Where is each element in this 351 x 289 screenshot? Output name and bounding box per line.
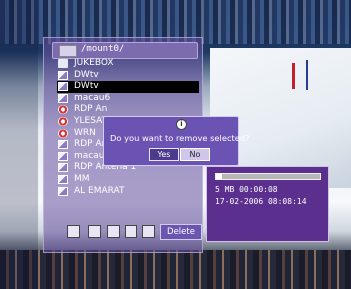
background-gate-pole-blue xyxy=(306,60,308,90)
file-info-panel: 5 MB 00:00:08 17-02-2006 08:08:14 xyxy=(206,166,329,242)
file-datetime: 17-02-2006 08:08:14 xyxy=(215,197,307,206)
file-size-duration: 5 MB 00:00:08 xyxy=(215,185,278,194)
file-label: DWtv xyxy=(74,81,99,92)
file-label: DWtv xyxy=(74,69,99,80)
record-icon[interactable] xyxy=(67,225,80,238)
file-label: JUKEBOX xyxy=(74,58,114,68)
file-label: macau6 xyxy=(74,92,111,103)
trash-icon[interactable] xyxy=(88,225,101,238)
movie-file-icon xyxy=(58,70,68,80)
folder-icon xyxy=(58,59,68,68)
progress-fill xyxy=(216,174,223,179)
drive-icon xyxy=(59,45,77,57)
background-crowd-bottom xyxy=(0,250,351,289)
list-item[interactable]: JUKEBOX xyxy=(57,58,199,70)
file-label: MM xyxy=(74,173,90,184)
disc-file-icon xyxy=(58,116,68,126)
path-text: /mount0/ xyxy=(81,44,125,54)
tv-screen: /mount0/ JUKEBOX DWtv DWtv macau6 RDP An… xyxy=(0,0,351,289)
movie-file-icon xyxy=(58,82,68,92)
delete-button[interactable]: Delete xyxy=(160,224,202,240)
movie-file-icon xyxy=(58,174,68,184)
grid-icon[interactable] xyxy=(142,225,155,238)
yes-button[interactable]: Yes xyxy=(149,148,179,161)
disc-file-icon xyxy=(58,128,68,138)
lock-icon[interactable] xyxy=(125,225,137,238)
movie-file-icon xyxy=(58,163,68,173)
list-item[interactable]: AL EMARAT xyxy=(57,186,199,198)
file-label: RDP An xyxy=(74,104,108,115)
disc-file-icon xyxy=(58,105,68,115)
list-item-selected[interactable]: DWtv xyxy=(57,81,199,93)
dialog-message: Do you want to remove selected? xyxy=(110,133,250,143)
progress-bar xyxy=(215,173,321,180)
background-gate-pole-red xyxy=(292,63,295,89)
movie-file-icon xyxy=(58,93,68,103)
path-bar: /mount0/ xyxy=(52,42,198,59)
list-item[interactable]: RDP An xyxy=(57,104,199,116)
confirm-dialog: i Do you want to remove selected? Yes No xyxy=(103,116,250,166)
list-item[interactable]: DWtv xyxy=(57,70,199,82)
copy-icon[interactable] xyxy=(107,225,120,238)
list-item[interactable]: macau6 xyxy=(57,93,199,105)
movie-file-icon xyxy=(58,151,68,161)
file-label: WRN xyxy=(74,127,96,138)
movie-file-icon xyxy=(58,186,68,196)
no-button[interactable]: No xyxy=(180,148,210,161)
info-icon: i xyxy=(176,119,187,130)
background-left-shade xyxy=(0,0,38,289)
movie-file-icon xyxy=(58,140,68,150)
list-item[interactable]: MM xyxy=(57,174,199,186)
file-label: AL EMARAT xyxy=(74,185,125,196)
